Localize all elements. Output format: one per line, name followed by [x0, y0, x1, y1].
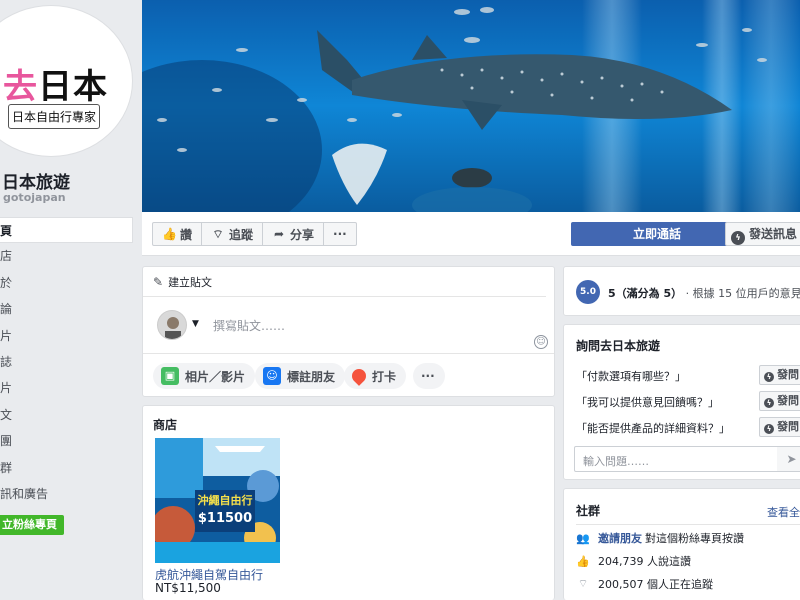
- product-price: NT$11,500: [155, 581, 221, 595]
- nav-item-videos[interactable]: 片: [0, 375, 133, 401]
- product-banner-price: $11500: [198, 511, 252, 526]
- caret-down-icon[interactable]: ▼: [192, 319, 199, 329]
- page-nav: 頁 店 於 論 片 誌 片 文 團 群 訊和廣告: [0, 217, 133, 507]
- like-button[interactable]: 👍 讚: [153, 223, 203, 245]
- nav-item-info-ads[interactable]: 訊和廣告: [0, 481, 133, 507]
- nav-item-reviews[interactable]: 論: [0, 296, 133, 322]
- share-button[interactable]: ➦ 分享: [263, 223, 325, 245]
- people-icon: 👥: [576, 531, 590, 545]
- send-message-button[interactable]: ϟ 發送訊息: [725, 222, 800, 246]
- send-icon[interactable]: ➤: [777, 446, 800, 472]
- more-button[interactable]: ···: [324, 223, 356, 245]
- call-now-button[interactable]: 立即通話: [571, 222, 743, 246]
- community-title: 社群: [576, 504, 601, 518]
- nav-item-notes[interactable]: 文: [0, 402, 133, 428]
- messenger-icon: ϟ: [764, 424, 774, 434]
- nav-item-posts[interactable]: 誌: [0, 349, 133, 375]
- shop-section: 商店 沖繩自由行 $11500 虎航沖繩自駕自由行 NT$11,500: [142, 405, 555, 600]
- thumbs-up-icon: 👍: [162, 227, 177, 241]
- follows-row: ⌔ 200,507 個人正在追蹤: [577, 577, 713, 591]
- thumbs-up-icon: 👍: [576, 554, 590, 568]
- nav-item-community[interactable]: 群: [0, 455, 133, 481]
- invite-friends-row: 👥 邀請朋友 對這個粉絲專頁按讚: [576, 530, 744, 546]
- cover-photo[interactable]: [142, 0, 800, 212]
- whale-shark-aquarium-image: [142, 0, 800, 212]
- divider: [143, 353, 554, 354]
- composer-header[interactable]: ✎ 建立貼文: [143, 267, 546, 297]
- faq-question: 「付款選項有哪些？」: [576, 370, 686, 383]
- ask-title: 詢問去日本旅遊: [576, 339, 661, 353]
- see-all-link[interactable]: 查看全部: [767, 504, 800, 520]
- emoji-icon[interactable]: ☺: [534, 335, 548, 349]
- rating-badge: 5.0: [576, 280, 600, 304]
- post-text-input[interactable]: 撰寫貼文……: [213, 317, 285, 334]
- shop-title: 商店: [153, 418, 178, 432]
- product-image[interactable]: 沖繩自由行 $11500: [155, 438, 280, 563]
- question-input[interactable]: 輸入問題……: [574, 446, 779, 472]
- rating-card: 5.0 5（滿分為 5） · 根據 15 位用戶的意見: [563, 266, 800, 316]
- ask-question-button[interactable]: ϟ 發問: [759, 417, 800, 437]
- location-pin-icon: [349, 366, 369, 386]
- page-actions-group: 👍 讚 ⌔ 追蹤 ➦ 分享 ···: [152, 222, 357, 246]
- nav-item-home[interactable]: 頁: [0, 217, 133, 244]
- photo-video-button[interactable]: ▣ 相片／影片: [153, 363, 256, 389]
- profile-picture[interactable]: 去日本 日本自由行專家: [0, 6, 132, 156]
- left-sidebar: 去日本 日本自由行專家 日本旅遊 gotojapan 頁 店 於 論 片 誌 片…: [0, 0, 141, 600]
- nav-item-shop[interactable]: 店: [0, 243, 133, 269]
- nav-item-about[interactable]: 於: [0, 270, 133, 296]
- messenger-icon: ϟ: [764, 398, 774, 408]
- logo-subtitle: 日本自由行專家: [8, 104, 100, 129]
- messenger-icon: ϟ: [764, 372, 774, 382]
- faq-question: 「我可以提供意見回饋嗎？」: [576, 396, 719, 409]
- likes-row: 👍 204,739 人說這讚: [576, 554, 691, 569]
- post-composer: ✎ 建立貼文 ▼ 撰寫貼文…… ☺ ▣ 相片／影片 ☺ 標註朋友 打卡 ···: [142, 266, 555, 397]
- nav-item-groups[interactable]: 團: [0, 428, 133, 454]
- ask-question-button[interactable]: ϟ 發問: [759, 365, 800, 385]
- rss-icon: ⌔: [577, 577, 589, 590]
- invite-friends-link[interactable]: 邀請朋友: [598, 530, 642, 546]
- divider: [576, 524, 800, 525]
- tag-friends-button[interactable]: ☺ 標註朋友: [255, 363, 346, 389]
- follow-button[interactable]: ⌔ 追蹤: [202, 223, 264, 245]
- nav-item-photos[interactable]: 片: [0, 323, 133, 349]
- user-avatar[interactable]: [157, 310, 187, 340]
- tag-friend-icon: ☺: [263, 367, 281, 385]
- faq-question: 「能否提供產品的詳細資料？」: [576, 422, 730, 435]
- messenger-icon: ϟ: [731, 231, 745, 245]
- rating-summary[interactable]: 5（滿分為 5） · 根據 15 位用戶的意見: [608, 285, 800, 301]
- rss-icon: ⌔: [212, 227, 224, 241]
- ask-page-card: 詢問去日本旅遊 「付款選項有哪些？」 ϟ 發問 「我可以提供意見回饋嗎？」 ϟ 發問…: [563, 324, 800, 480]
- product-banner-title: 沖繩自由行: [198, 493, 253, 507]
- pencil-icon: ✎: [153, 274, 164, 289]
- page-action-bar: 👍 讚 ⌔ 追蹤 ➦ 分享 ··· 立即通話 ϟ 發送訊息: [142, 212, 800, 256]
- share-arrow-icon: ➦: [274, 227, 285, 241]
- photo-icon: ▣: [161, 367, 179, 385]
- create-page-button[interactable]: 立粉絲專頁: [0, 515, 64, 535]
- page-handle[interactable]: gotojapan: [3, 191, 66, 204]
- more-actions-button[interactable]: ···: [413, 363, 445, 389]
- ask-question-button[interactable]: ϟ 發問: [759, 391, 800, 411]
- logo-text: 去日本: [3, 67, 108, 107]
- check-in-button[interactable]: 打卡: [344, 363, 407, 389]
- community-card: 社群 查看全部 👥邀請朋友對這個粉絲專頁按讚 👍204,739 人說這讚 ⌔20…: [563, 488, 800, 600]
- page-name[interactable]: 日本旅遊: [2, 168, 70, 193]
